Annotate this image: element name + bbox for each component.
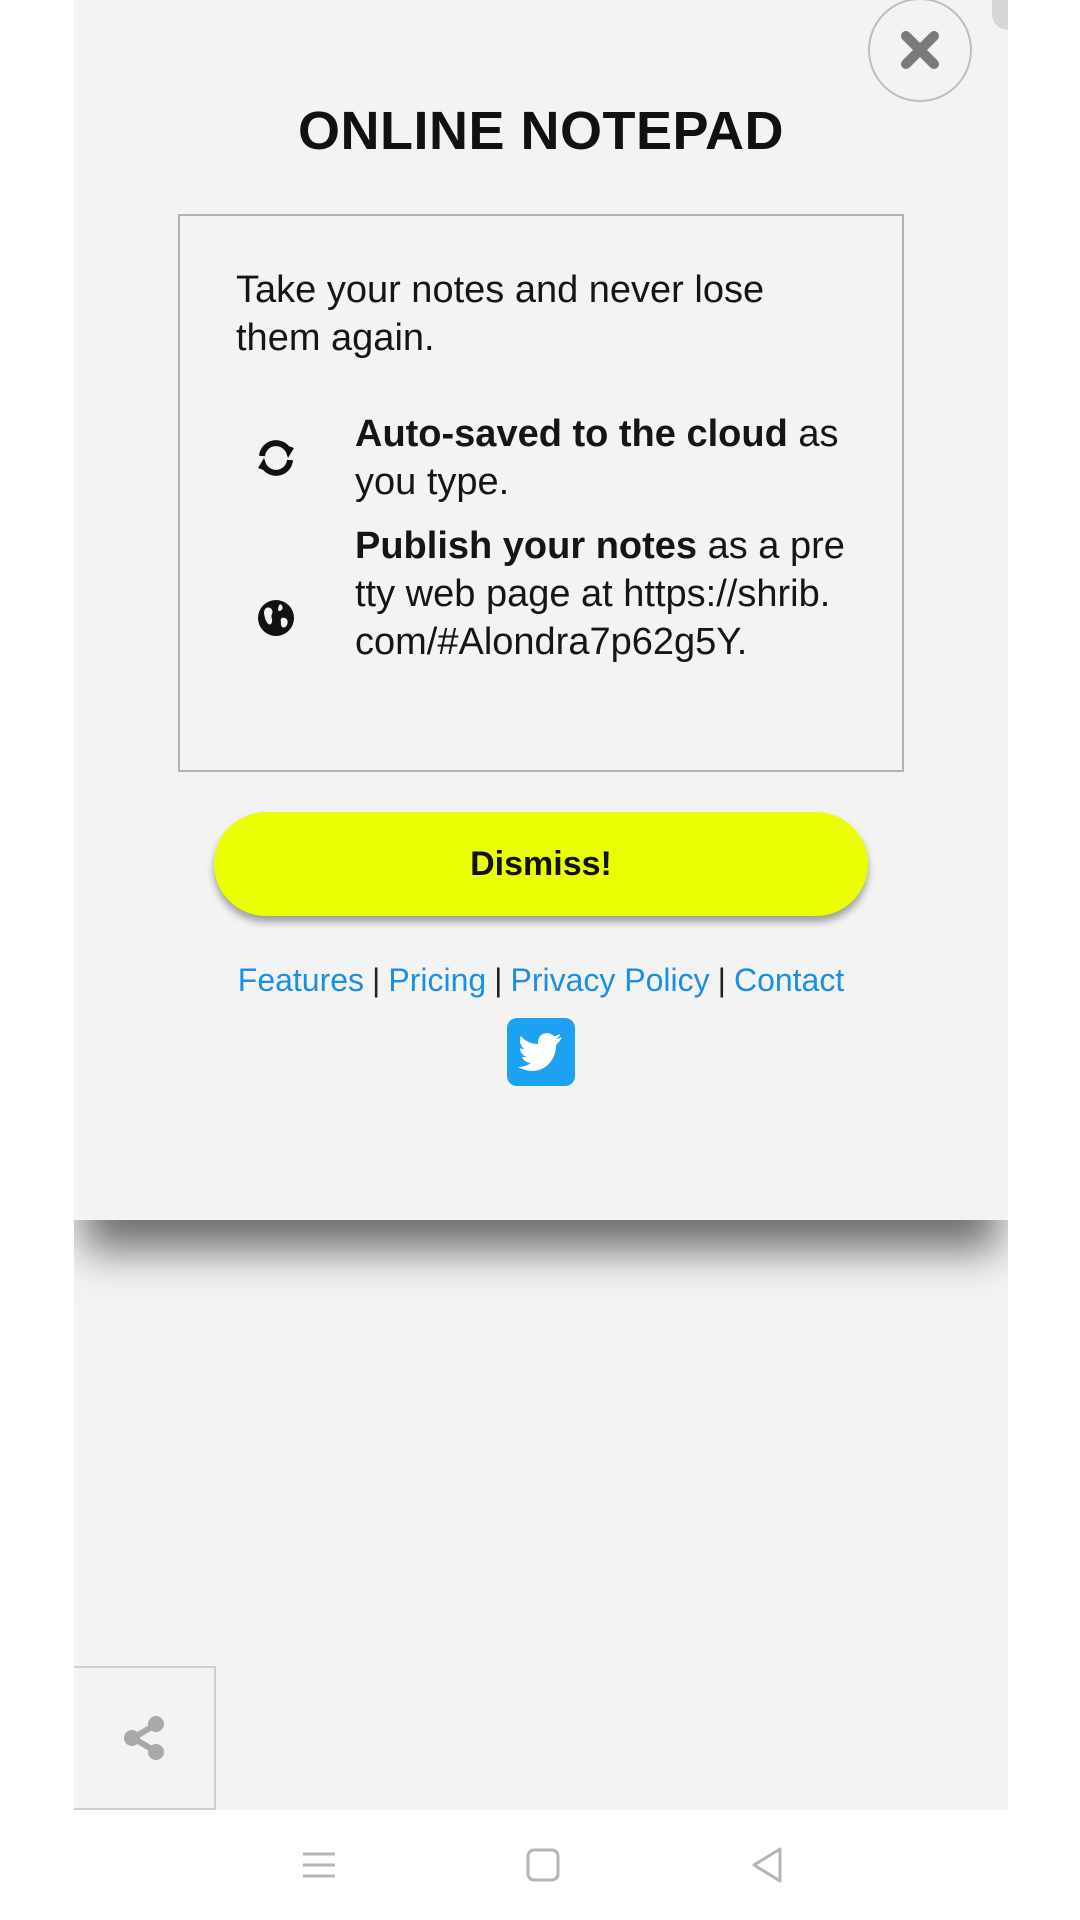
intro-text: Take your notes and never lose them agai… — [236, 269, 765, 359]
feature-publish-bold: Publish your notes — [355, 525, 698, 567]
link-separator: | — [494, 962, 503, 998]
feature-autosave-text: Auto-saved to the cloud as you type. — [355, 410, 845, 506]
share-icon — [124, 1716, 164, 1760]
close-button[interactable] — [868, 0, 972, 102]
link-features[interactable]: Features — [238, 962, 364, 998]
system-navigation-bar — [0, 1810, 1080, 1920]
close-icon — [901, 31, 939, 69]
back-button[interactable] — [732, 1830, 802, 1900]
menu-icon — [303, 1852, 335, 1878]
dismiss-button[interactable]: Dismiss! — [214, 812, 868, 916]
link-privacy-policy[interactable]: Privacy Policy — [510, 962, 709, 998]
modal-title: ONLINE NOTEPAD — [297, 101, 784, 161]
link-separator: | — [717, 962, 726, 998]
feature-autosave-bold: Auto-saved to the cloud — [355, 413, 788, 455]
link-pricing[interactable]: Pricing — [388, 962, 486, 998]
link-contact[interactable]: Contact — [734, 962, 844, 998]
link-separator: | — [372, 962, 381, 998]
sync-icon — [252, 434, 300, 482]
scrollbar-edge — [992, 0, 1008, 30]
back-icon — [752, 1847, 782, 1883]
share-button[interactable] — [74, 1666, 216, 1810]
footer-links: Features | Pricing | Privacy Policy | Contact — [74, 962, 1008, 999]
intro-modal: ONLINE NOTEPAD Take your notes and never… — [74, 0, 1008, 1220]
page-background: ONLINE NOTEPAD Take your notes and never… — [74, 0, 1008, 1810]
twitter-icon — [518, 1033, 562, 1071]
globe-icon — [252, 594, 300, 642]
home-icon — [526, 1848, 560, 1882]
twitter-button[interactable] — [507, 1018, 575, 1086]
menu-button[interactable] — [284, 1830, 354, 1900]
home-button[interactable] — [508, 1830, 578, 1900]
feature-publish-text: Publish your notes as a pretty web page … — [355, 522, 845, 666]
